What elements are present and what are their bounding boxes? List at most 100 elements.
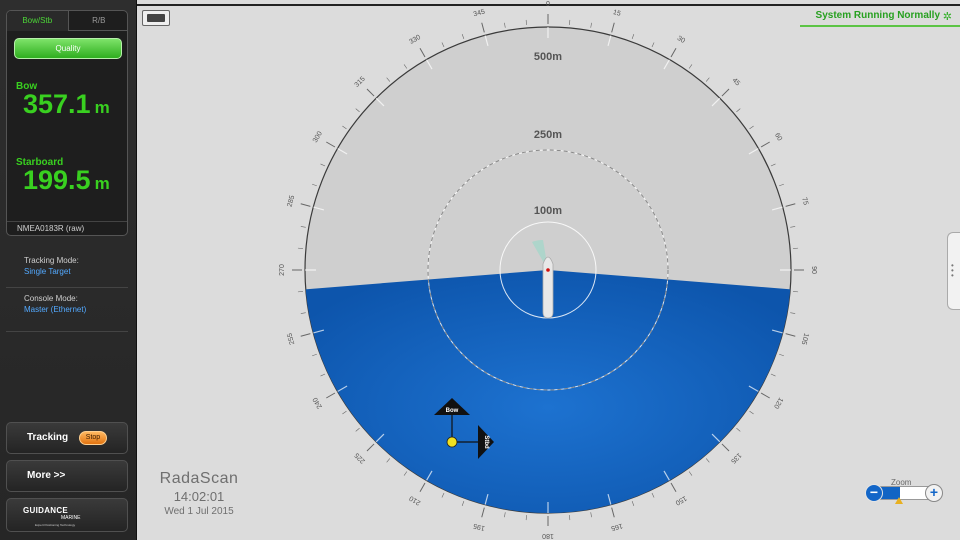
zoom-in-button[interactable]: + (925, 484, 943, 502)
more-button[interactable]: More >> (6, 460, 128, 492)
vessel-reference-point (546, 268, 550, 272)
tracking-mode-value[interactable]: Single Target (24, 267, 79, 276)
bearing-tick (790, 312, 796, 314)
bearing-tick (590, 22, 592, 28)
bow-readout: 357.1 m (23, 89, 110, 120)
sensor-source-label: NMEA0183R (raw) (7, 221, 127, 235)
bearing-label: 285 (287, 195, 297, 208)
bearing-tick (403, 64, 408, 69)
bearing-label: 180 (542, 532, 554, 539)
sidebar-divider (6, 331, 128, 332)
bearing-tick (355, 427, 360, 432)
target-position-dot[interactable] (446, 436, 458, 448)
bearing-tick (785, 203, 796, 207)
logo-sub: MARINE (61, 515, 81, 521)
stop-button[interactable]: Stop (79, 431, 107, 445)
bearing-tick (419, 482, 426, 492)
bearing-label: 105 (800, 332, 810, 345)
logo-tagline: Expert Positioning Technology (35, 523, 76, 527)
mode-tabs: Bow/Stb R/B (7, 11, 127, 31)
bearing-tick (736, 427, 741, 432)
bearing-label: 75 (800, 197, 809, 206)
zoom-control[interactable]: Zoom − + (865, 478, 945, 506)
bearing-tick (504, 512, 506, 518)
bearing-tick (779, 183, 784, 187)
bearing-tick (300, 312, 306, 314)
bearing-tick (749, 125, 754, 130)
bearing-tick (481, 507, 485, 518)
quality-button[interactable]: Quality (14, 38, 122, 59)
bearing-label: 255 (286, 332, 296, 345)
bearing-label: 135 (729, 451, 742, 464)
tracking-mode-label: Tracking Mode: (24, 256, 79, 265)
bearing-tick (342, 410, 347, 415)
bow-unit: m (94, 98, 110, 117)
bearing-tick (320, 373, 326, 377)
bearing-label: 300 (312, 130, 324, 144)
range-ring-label-100: 100m (534, 205, 562, 217)
bearing-tick (779, 353, 784, 357)
bearing-label: 270 (279, 264, 286, 276)
bearing-tick (631, 501, 635, 506)
zoom-level-marker[interactable] (895, 497, 904, 504)
tab-range-bearing[interactable]: R/B (68, 11, 127, 31)
bearing-tick (721, 88, 730, 97)
bearing-label: 345 (473, 8, 486, 18)
clock-time: 14:02:01 (173, 489, 225, 504)
zoom-out-button[interactable]: − (865, 484, 883, 502)
bearing-tick (461, 501, 465, 506)
bearing-tick (342, 125, 347, 130)
bearing-tick (326, 392, 336, 399)
clock-date: Wed 1 Jul 2015 (164, 506, 234, 517)
bearing-label: 210 (408, 494, 422, 506)
console-mode-label: Console Mode: (24, 294, 78, 303)
bearing-tick (326, 141, 336, 148)
bearing-tick (688, 471, 693, 476)
bearing-tick (611, 507, 615, 518)
target-bow-label: Bow (446, 408, 459, 414)
bearing-tick (736, 108, 741, 113)
console-mode-info: Console Mode: Master (Ethernet) (24, 294, 86, 314)
starboard-readout: 199.5 m (23, 165, 110, 196)
target-stbd-label: Stbd (483, 435, 489, 449)
tab-bow-stbd[interactable]: Bow/Stb (7, 11, 69, 31)
vessel-icon (542, 256, 554, 319)
bearing-tick (312, 353, 317, 357)
starboard-value: 199.5 (23, 165, 91, 195)
radar-display[interactable]: 0 15 30 45 60 75 90 105 120 135 150 165 180 195 210 225… (137, 0, 960, 540)
bearing-label: 165 (610, 522, 623, 532)
bearing-label: 60 (773, 132, 783, 142)
bearing-label: 120 (772, 396, 784, 410)
app-window: Bow/Stb R/B Quality Bow 357.1 m Starboard… (0, 0, 960, 540)
logo-brand: GUIDANCE (23, 506, 69, 515)
bearing-tick (705, 458, 710, 463)
bearing-tick (670, 48, 677, 58)
product-name: RadaScan (159, 470, 239, 487)
tracking-button-label: Tracking (27, 432, 69, 443)
bearing-tick (785, 333, 796, 337)
bearing-tick (760, 392, 770, 399)
sidebar: Bow/Stb R/B Quality Bow 357.1 m Starboard… (0, 0, 136, 540)
side-panel-handle[interactable]: • • • (947, 232, 960, 310)
range-ring-label-250: 250m (534, 129, 562, 141)
tracking-button[interactable]: Tracking Stop (6, 422, 128, 454)
bearing-tick (611, 22, 615, 33)
bearing-label: 240 (312, 396, 324, 410)
drag-handle-icon: • • • (951, 261, 954, 280)
bearing-tick (312, 183, 317, 187)
bearing-label: 195 (473, 522, 486, 532)
bearing-tick (749, 410, 754, 415)
bearing-label: 90 (810, 266, 817, 274)
bearing-tick (481, 22, 485, 33)
bearing-tick (403, 471, 408, 476)
guidance-marine-logo: GUIDANCE MARINE Expert Positioning Techn… (6, 498, 128, 532)
starboard-unit: m (94, 174, 110, 193)
bearing-tick (504, 22, 506, 28)
console-mode-value[interactable]: Master (Ethernet) (24, 305, 86, 314)
product-brand-block: RadaScan 14:02:01 Wed 1 Jul 2015 (149, 470, 249, 517)
bearing-tick (300, 203, 311, 207)
bearing-tick (760, 141, 770, 148)
tracking-mode-info: Tracking Mode: Single Target (24, 256, 79, 276)
bearing-tick (590, 512, 592, 518)
bearing-tick (386, 458, 391, 463)
